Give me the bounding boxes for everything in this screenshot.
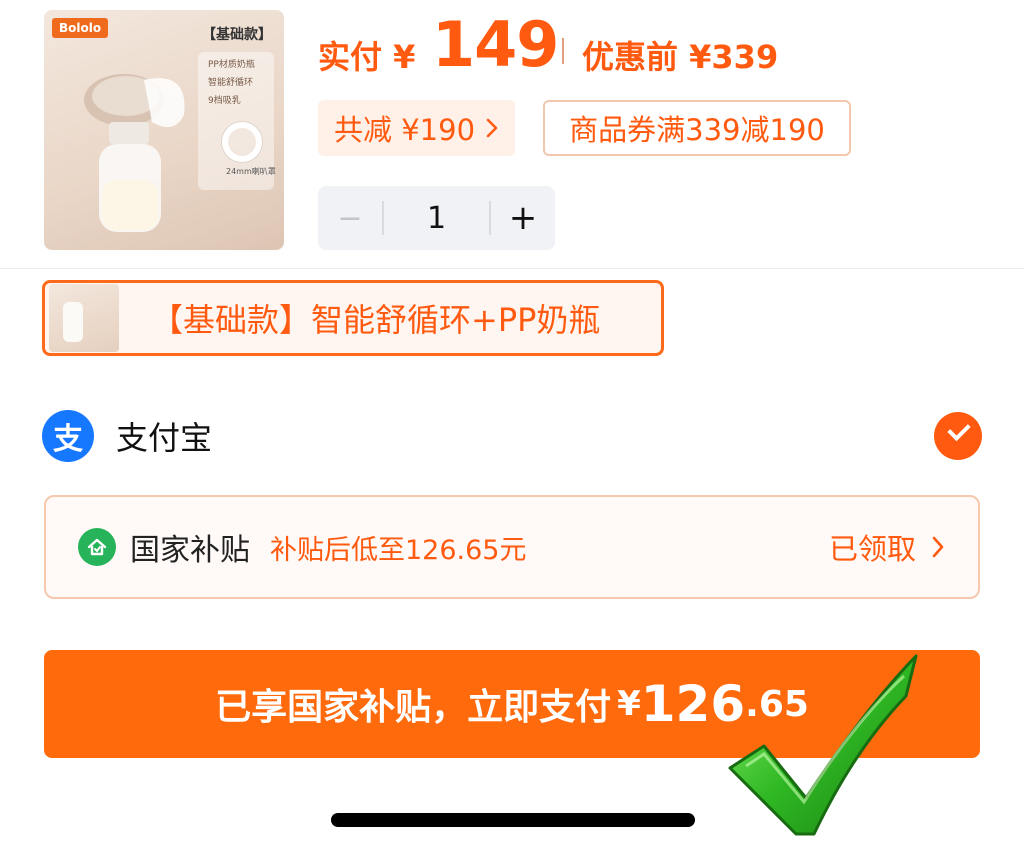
product-image[interactable]: Bololo 【基础款】 PP材质奶瓶 智能舒循环 9档吸乳 24mm喇叭罩 xyxy=(44,10,284,250)
chevron-right-icon xyxy=(486,118,498,138)
pay-button-text: 已享国家补贴，立即支付 xyxy=(215,687,612,728)
quantity-value[interactable]: 1 xyxy=(384,201,489,236)
breast-pump-illustration xyxy=(84,74,185,232)
paid-price-value: 149 xyxy=(432,8,559,81)
spec-line: PP材质奶瓶 xyxy=(208,60,255,70)
payment-method-alipay[interactable]: 支 支付宝 xyxy=(42,410,982,462)
subsidy-description: 补贴后低至126.65元 xyxy=(270,534,527,566)
brand-logo: Bololo xyxy=(52,18,109,38)
alipay-icon: 支 xyxy=(42,410,94,462)
variant-label: 【基础款】智能舒循环+PP奶瓶 xyxy=(151,301,601,339)
coupon-badge[interactable]: 商品券满339减190 xyxy=(543,100,851,156)
variant-thumbnail xyxy=(49,284,119,352)
selected-check-icon[interactable] xyxy=(934,412,982,460)
variant-option-selected[interactable]: 【基础款】智能舒循环+PP奶瓶 xyxy=(42,280,664,356)
product-tag: 【基础款】 xyxy=(202,27,272,43)
spec-line: 9档吸乳 xyxy=(208,96,241,106)
subsidy-title: 国家补贴 xyxy=(130,533,250,568)
national-subsidy-row[interactable]: 国家补贴 补贴后低至126.65元 已领取 xyxy=(44,495,980,599)
total-discount-label: 共减 ¥190 xyxy=(334,113,476,147)
price-divider xyxy=(562,38,564,64)
decrease-button[interactable]: − xyxy=(318,201,382,236)
quantity-stepper[interactable]: − 1 + xyxy=(318,186,555,250)
spec-footer: 24mm喇叭罩 xyxy=(226,167,276,176)
home-indicator[interactable] xyxy=(331,813,695,827)
original-price: 优惠前 ¥339 xyxy=(582,38,779,76)
total-discount-button[interactable]: 共减 ¥190 xyxy=(318,100,516,156)
chevron-right-icon xyxy=(932,536,944,558)
subsidy-claimed-link[interactable]: 已领取 xyxy=(829,526,946,568)
increase-button[interactable]: + xyxy=(491,198,555,238)
paid-price-label: 实付 ¥ xyxy=(318,38,416,76)
payment-method-name: 支付宝 xyxy=(116,419,213,457)
spec-line: 智能舒循环 xyxy=(208,78,254,88)
subsidy-status: 已领取 xyxy=(828,532,916,566)
section-divider xyxy=(0,268,1024,269)
subsidy-icon xyxy=(78,528,116,566)
coupon-label: 商品券满339减190 xyxy=(569,113,825,147)
green-checkmark-icon xyxy=(728,654,918,836)
flange-ring-image xyxy=(222,122,262,162)
pay-button-currency: ¥ xyxy=(617,684,641,724)
